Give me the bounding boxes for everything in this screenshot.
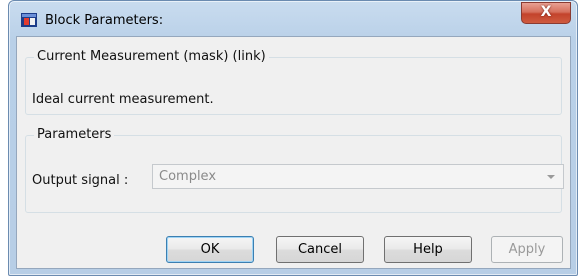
output-signal-value: Complex (159, 169, 217, 184)
close-icon: X (540, 4, 552, 20)
output-signal-select[interactable]: Complex (152, 164, 564, 189)
block-description-legend: Current Measurement (mask) (link) (34, 49, 269, 64)
dialog-body: Current Measurement (mask) (link) Ideal … (16, 36, 571, 269)
help-button[interactable]: Help (384, 236, 472, 263)
close-button[interactable]: X (521, 2, 571, 24)
window-title: Block Parameters: (45, 13, 164, 28)
ok-button[interactable]: OK (166, 236, 254, 263)
apply-button[interactable]: Apply (491, 236, 563, 263)
title-bar[interactable]: Block Parameters: X (9, 1, 577, 37)
simulink-block-icon (21, 13, 37, 27)
output-signal-label: Output signal : (32, 173, 129, 188)
parameters-legend: Parameters (34, 127, 115, 142)
cancel-button[interactable]: Cancel (276, 236, 364, 263)
block-parameters-dialog: Block Parameters: X Current Measurement … (8, 0, 578, 276)
chevron-down-icon (547, 175, 555, 179)
block-description-text: Ideal current measurement. (32, 92, 214, 107)
